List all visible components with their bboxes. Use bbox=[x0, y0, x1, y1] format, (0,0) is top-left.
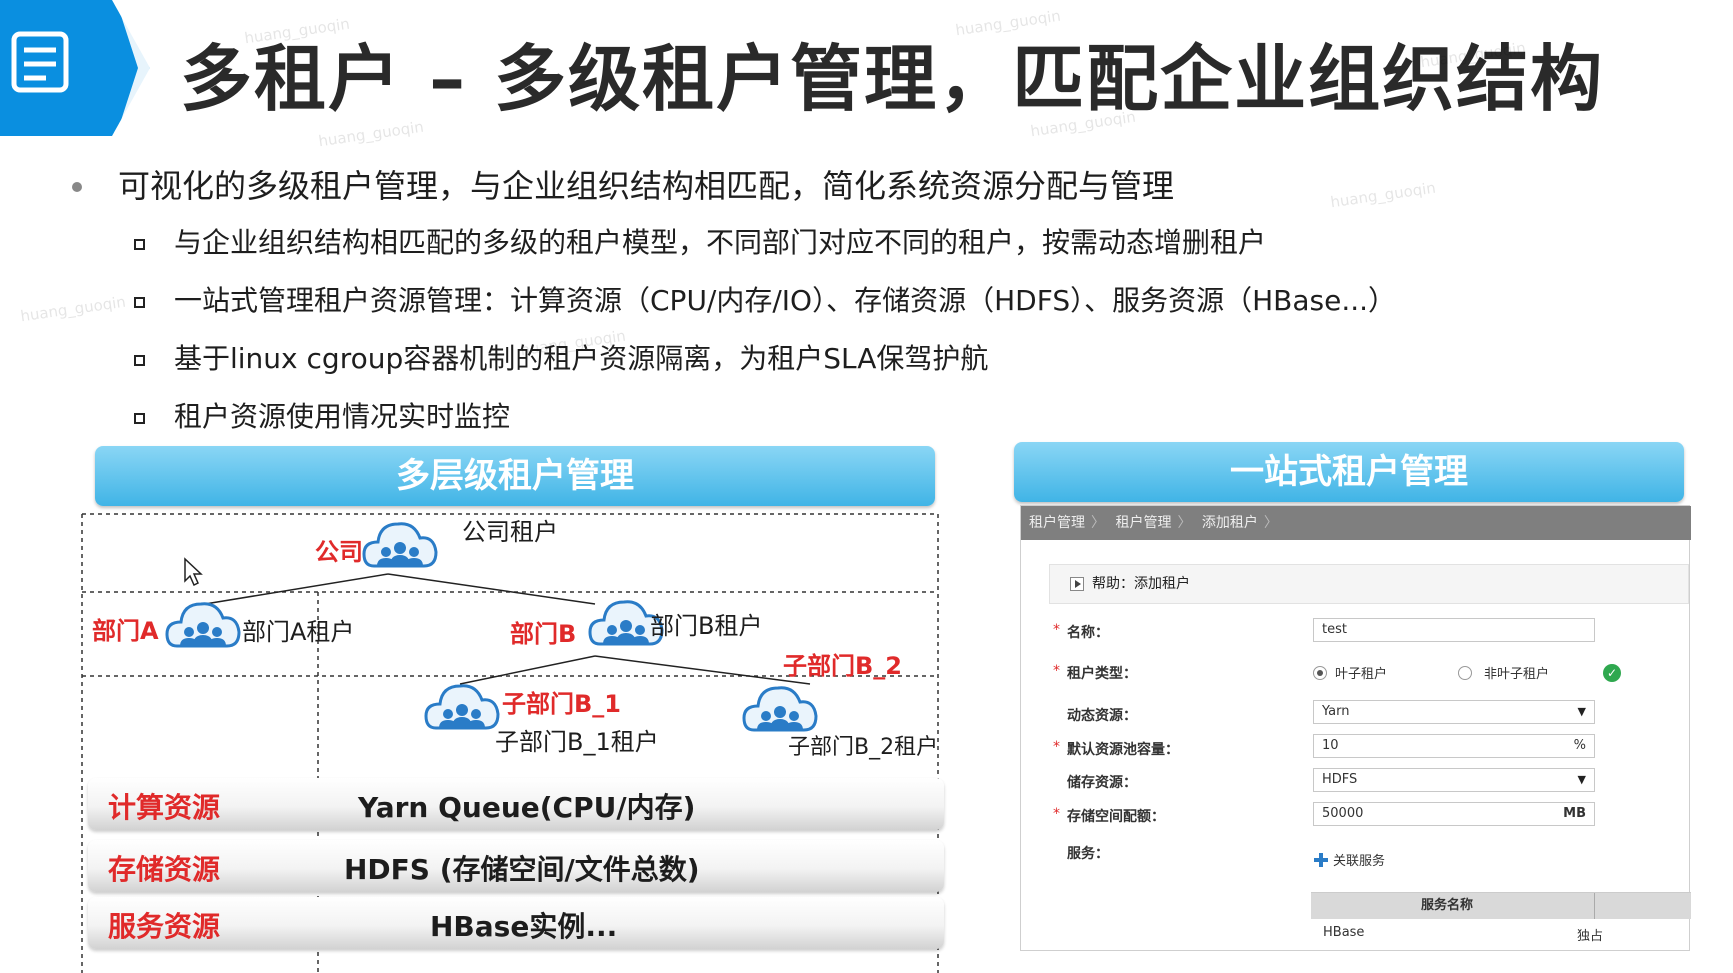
dynamic-resource-label: 动态资源： bbox=[1067, 708, 1137, 724]
help-bar[interactable]: 帮助：添加租户 bbox=[1049, 564, 1689, 604]
bullet-sub: 一站式管理租户资源管理：计算资源（CPU/内存/IO）、存储资源（HDFS）、服… bbox=[70, 272, 1670, 330]
leaf-tenant-radio[interactable] bbox=[1313, 666, 1327, 680]
multi-level-tenant-header: 多层级租户管理 bbox=[95, 446, 935, 506]
service-table-header: 服务名称 bbox=[1311, 893, 1691, 919]
storage-resource-row: 存储资源 HDFS (存储空间/文件总数) bbox=[88, 840, 944, 892]
storage-quota-input[interactable]: 50000 MB bbox=[1313, 802, 1595, 826]
dept-a-label: 部门A bbox=[92, 617, 159, 645]
dept-a-tenant-label: 部门A租户 bbox=[242, 618, 354, 646]
service-resource-label: 服务资源 bbox=[108, 910, 221, 943]
check-ok-icon: ✓ bbox=[1603, 664, 1621, 682]
bullet-square-icon bbox=[134, 239, 145, 250]
nonleaf-tenant-radio[interactable] bbox=[1458, 666, 1472, 680]
service-resource-value: HBase实例... bbox=[430, 910, 618, 943]
company-cloud-icon bbox=[362, 522, 438, 568]
title-badge-icon bbox=[0, 0, 150, 136]
storage-quota-label: 存储空间配额： bbox=[1067, 809, 1165, 825]
service-label: 服务： bbox=[1067, 846, 1109, 862]
service-resource-row: 服务资源 HBase实例... bbox=[88, 897, 944, 949]
required-mark: * bbox=[1053, 622, 1060, 638]
dropdown-arrow-icon: ▼ bbox=[1577, 705, 1586, 718]
bullet-square-icon bbox=[134, 355, 145, 366]
compute-resource-label: 计算资源 bbox=[108, 791, 221, 824]
storage-resource-field-label: 储存资源： bbox=[1067, 775, 1137, 791]
plus-icon[interactable] bbox=[1313, 852, 1329, 868]
bullet-sub: 与企业组织结构相匹配的多级的租户模型，不同部门对应不同的租户，按需动态增删租户 bbox=[70, 214, 1670, 272]
breadcrumb-item[interactable]: 租户管理 bbox=[1115, 515, 1171, 531]
company-label: 公司 bbox=[315, 538, 363, 566]
service-mode-cell: 独占 bbox=[1577, 929, 1604, 944]
storage-resource-label: 存储资源 bbox=[108, 853, 221, 886]
dept-b-label: 部门B bbox=[510, 620, 576, 648]
breadcrumb-item[interactable]: 添加租户 bbox=[1202, 515, 1258, 531]
required-mark: * bbox=[1053, 806, 1060, 822]
sub-b2-tenant-label: 子部门B_2租户 bbox=[788, 735, 938, 760]
service-name-cell: HBase bbox=[1323, 925, 1365, 940]
chevron-right-icon: 〉 bbox=[1091, 515, 1105, 531]
page-title: 多租户 – 多级租户管理，匹配企业组织结构 bbox=[180, 37, 1605, 121]
company-tenant-label: 公司租户 bbox=[462, 518, 558, 546]
sub-b2-label: 子部门B_2 bbox=[783, 652, 902, 680]
sub-b2-cloud-icon bbox=[742, 686, 818, 732]
leaf-tenant-text: 叶子租户 bbox=[1335, 667, 1388, 682]
dropdown-arrow-icon: ▼ bbox=[1577, 773, 1586, 786]
one-stop-tenant-header: 一站式租户管理 bbox=[1014, 442, 1684, 502]
tenant-type-label: 租户类型： bbox=[1067, 666, 1137, 682]
required-mark: * bbox=[1053, 739, 1060, 755]
bullet-dot-icon bbox=[72, 182, 82, 192]
default-capacity-label: 默认资源池容量： bbox=[1067, 742, 1179, 758]
sub-b1-cloud-icon bbox=[424, 684, 500, 730]
bullet-sub: 基于linux cgroup容器机制的租户资源隔离，为租户SLA保驾护航 bbox=[70, 330, 1670, 388]
name-label: 名称： bbox=[1067, 625, 1109, 641]
bullet-list: 可视化的多级租户管理，与企业组织结构相匹配，简化系统资源分配与管理 与企业组织结… bbox=[70, 158, 1670, 446]
nonleaf-tenant-text: 非叶子租户 bbox=[1484, 667, 1550, 682]
required-mark: * bbox=[1053, 663, 1060, 679]
compute-resource-value: Yarn Queue(CPU/内存) bbox=[358, 791, 696, 824]
storage-resource-select[interactable]: HDFS ▼ bbox=[1313, 768, 1595, 792]
add-tenant-form: 租户管理〉 租户管理〉 添加租户〉 帮助：添加租户 * 名称： test * 租… bbox=[1020, 505, 1691, 951]
bullet-square-icon bbox=[134, 413, 145, 424]
name-input[interactable]: test bbox=[1313, 618, 1595, 642]
bullet-square-icon bbox=[134, 297, 145, 308]
default-capacity-input[interactable]: 10% bbox=[1313, 734, 1595, 758]
breadcrumb-item[interactable]: 租户管理 bbox=[1029, 515, 1085, 531]
compute-resource-row: 计算资源 Yarn Queue(CPU/内存) bbox=[88, 778, 944, 830]
expand-arrow-icon[interactable] bbox=[1070, 577, 1084, 591]
chevron-right-icon: 〉 bbox=[1177, 515, 1192, 531]
chevron-right-icon: 〉 bbox=[1263, 515, 1278, 531]
mouse-cursor-icon bbox=[184, 557, 203, 587]
storage-resource-value: HDFS (存储空间/文件总数) bbox=[344, 853, 700, 886]
dynamic-resource-select[interactable]: Yarn ▼ bbox=[1313, 700, 1595, 724]
sub-b1-label: 子部门B_1 bbox=[502, 690, 621, 718]
link-service-button[interactable]: 关联服务 bbox=[1333, 850, 1385, 869]
sub-b1-tenant-label: 子部门B_1租户 bbox=[495, 728, 659, 756]
dept-b-tenant-label: 部门B租户 bbox=[650, 612, 762, 640]
dept-a-cloud-icon bbox=[165, 602, 241, 648]
breadcrumb: 租户管理〉 租户管理〉 添加租户〉 bbox=[1021, 506, 1691, 540]
bullet-sub: 租户资源使用情况实时监控 bbox=[70, 388, 1670, 446]
service-table: 服务名称 HBase 独占 bbox=[1311, 892, 1691, 948]
